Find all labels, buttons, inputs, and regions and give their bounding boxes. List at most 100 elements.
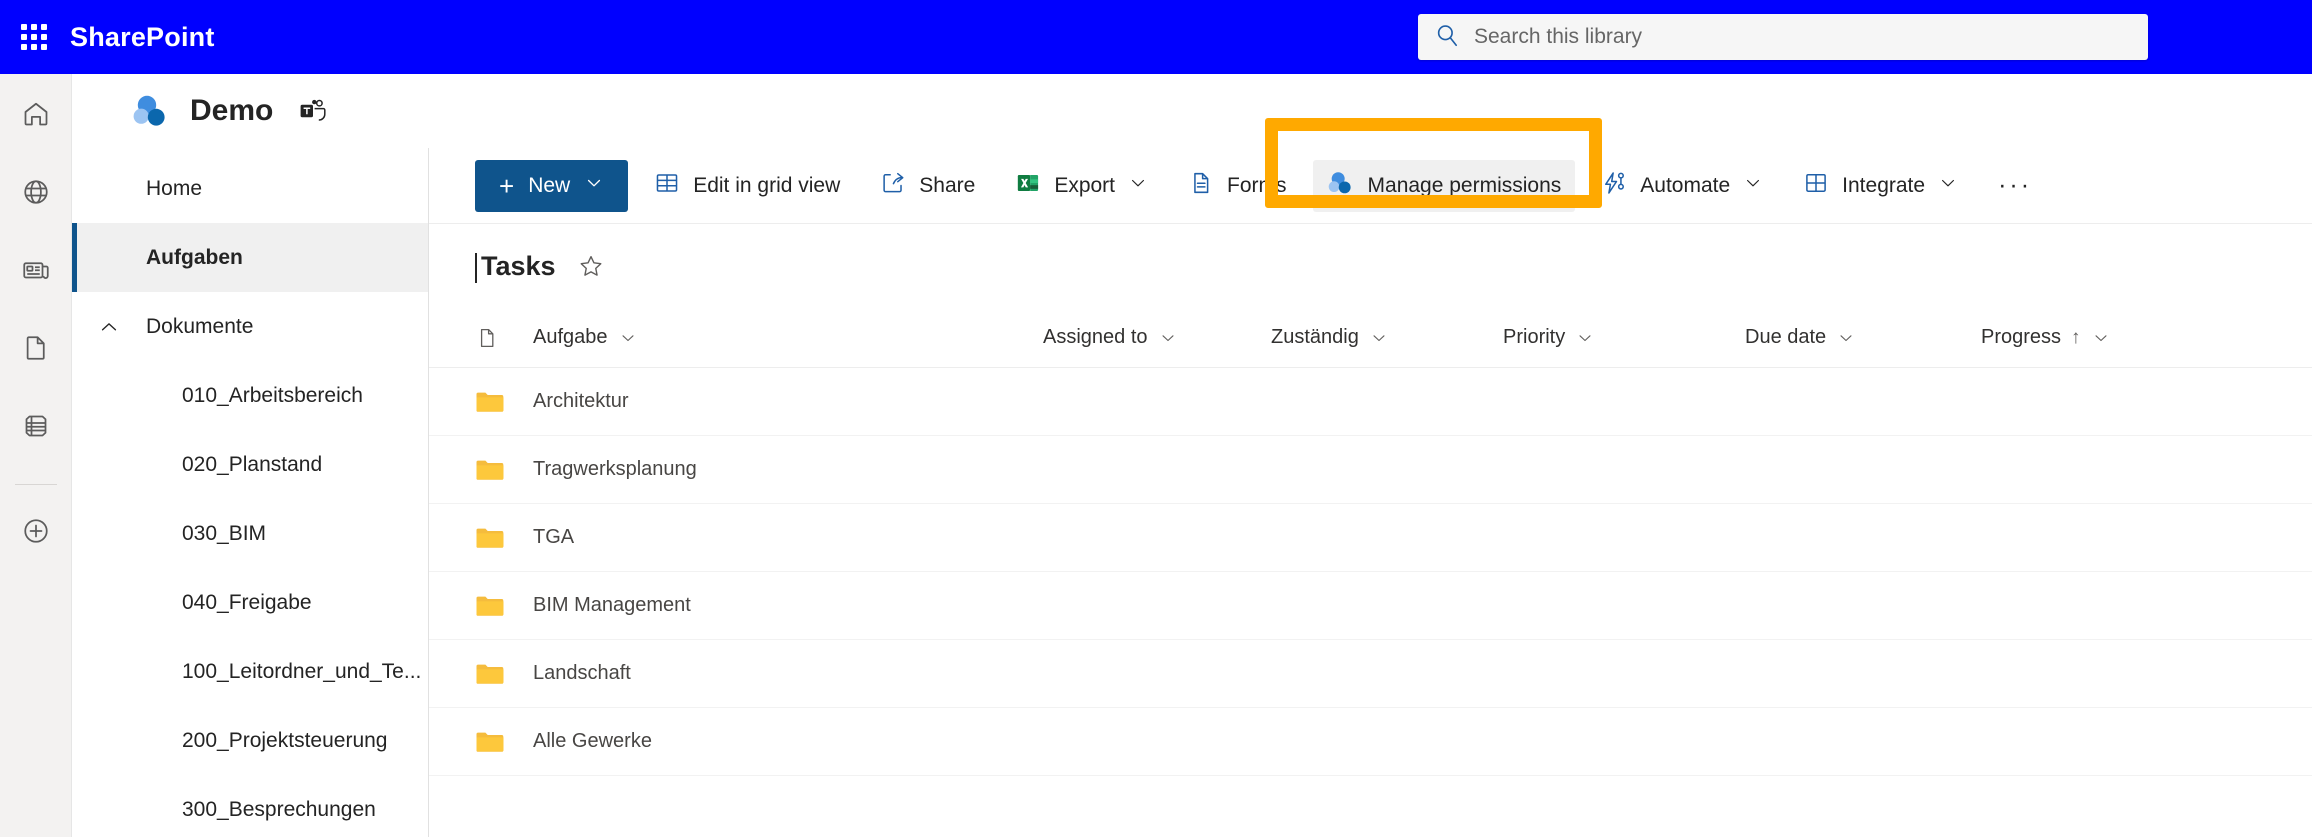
nav-child-100-leitordner[interactable]: 100_Leitordner_und_Te... bbox=[72, 637, 428, 706]
column-header-due-date[interactable]: Due date bbox=[1745, 326, 1981, 349]
forms-icon bbox=[1188, 170, 1214, 202]
manage-permissions-button[interactable]: Manage permissions bbox=[1312, 159, 1576, 212]
row-name[interactable]: Alle Gewerke bbox=[533, 730, 1043, 753]
star-icon[interactable] bbox=[578, 253, 604, 279]
plus-circle-icon bbox=[21, 516, 51, 551]
nav-child-300-besprechungen[interactable]: 300_Besprechungen bbox=[72, 775, 428, 837]
document-icon bbox=[21, 333, 51, 368]
search-input[interactable] bbox=[1474, 14, 2132, 60]
news-icon bbox=[21, 255, 51, 290]
integrate-button[interactable]: Integrate bbox=[1789, 160, 1972, 212]
chevron-down-icon bbox=[584, 173, 604, 199]
row-name[interactable]: TGA bbox=[533, 526, 1043, 549]
chevron-down-icon bbox=[1128, 173, 1148, 199]
row-name[interactable]: Architektur bbox=[533, 390, 1043, 413]
table-row[interactable]: Tragwerksplanung bbox=[429, 436, 2312, 504]
folder-icon bbox=[475, 593, 533, 619]
command-label: Manage permissions bbox=[1367, 173, 1562, 197]
column-label: Zuständig bbox=[1271, 326, 1359, 348]
nav-child-010-arbeitsbereich[interactable]: 010_Arbeitsbereich bbox=[72, 361, 428, 430]
grid-icon bbox=[654, 170, 680, 202]
rail-divider bbox=[14, 484, 57, 485]
nav-child-label: 300_Besprechungen bbox=[182, 797, 376, 821]
column-header-assigned-to[interactable]: Assigned to bbox=[1043, 326, 1271, 349]
command-bar: + New Edit in grid view Share Export For… bbox=[429, 148, 2312, 224]
table-row[interactable]: TGA bbox=[429, 504, 2312, 572]
automate-button[interactable]: Automate bbox=[1587, 160, 1777, 212]
command-label: Edit in grid view bbox=[693, 173, 841, 197]
new-button[interactable]: + New bbox=[475, 159, 629, 212]
export-button[interactable]: Export bbox=[1001, 160, 1162, 212]
share-button[interactable]: Share bbox=[866, 160, 989, 212]
rail-item-news[interactable] bbox=[10, 246, 62, 298]
nav-child-label: 040_Freigabe bbox=[182, 590, 312, 614]
command-label: Integrate bbox=[1842, 173, 1926, 197]
row-name[interactable]: Landschaft bbox=[533, 662, 1043, 685]
nav-child-200-projektsteuerung[interactable]: 200_Projektsteuerung bbox=[72, 706, 428, 775]
file-type-column-icon[interactable] bbox=[475, 326, 533, 350]
search-icon bbox=[1434, 22, 1460, 53]
chevron-up-icon bbox=[96, 314, 122, 340]
nav-item-aufgaben[interactable]: Aufgaben bbox=[72, 223, 428, 292]
excel-icon bbox=[1015, 170, 1041, 202]
rail-item-files[interactable] bbox=[10, 324, 62, 376]
nav-group-dokumente[interactable]: Dokumente bbox=[72, 292, 428, 361]
command-label: Automate bbox=[1640, 173, 1731, 197]
suite-brand-sharepoint[interactable]: SharePoint bbox=[70, 22, 215, 53]
nav-child-label: 200_Projektsteuerung bbox=[182, 728, 388, 752]
site-logo-icon bbox=[132, 94, 168, 128]
command-label: Share bbox=[919, 173, 976, 197]
nav-child-020-planstand[interactable]: 020_Planstand bbox=[72, 430, 428, 499]
column-header-zustaendig[interactable]: Zuständig bbox=[1271, 326, 1503, 349]
sharepoint-page: SharePoint Search this library Demo Home… bbox=[0, 0, 2312, 837]
teams-icon[interactable] bbox=[299, 98, 327, 124]
chevron-down-icon bbox=[1743, 173, 1763, 199]
table-row[interactable]: Alle Gewerke bbox=[429, 708, 2312, 776]
rail-item-home[interactable] bbox=[10, 90, 62, 142]
list-title[interactable]: Tasks bbox=[475, 251, 556, 283]
column-label: Assigned to bbox=[1043, 326, 1148, 348]
app-launcher-icon[interactable] bbox=[16, 19, 52, 55]
list-icon bbox=[21, 411, 51, 446]
site-title[interactable]: Demo bbox=[190, 94, 273, 128]
share-icon bbox=[880, 170, 906, 202]
nav-item-home[interactable]: Home bbox=[72, 154, 428, 223]
app-rail bbox=[0, 74, 72, 837]
nav-child-label: 010_Arbeitsbereich bbox=[182, 383, 363, 407]
table-row[interactable]: Landschaft bbox=[429, 640, 2312, 708]
rail-item-create[interactable] bbox=[10, 507, 62, 559]
nav-group-label: Dokumente bbox=[146, 314, 254, 338]
home-icon bbox=[21, 99, 51, 134]
forms-button[interactable]: Forms bbox=[1174, 160, 1301, 212]
automate-icon bbox=[1601, 170, 1627, 202]
nav-child-label: 100_Leitordner_und_Te... bbox=[182, 659, 422, 683]
nav-child-label: 030_BIM bbox=[182, 521, 267, 545]
column-label: Aufgabe bbox=[533, 326, 608, 348]
search-box[interactable] bbox=[1418, 14, 2148, 60]
column-label: Due date bbox=[1745, 326, 1827, 348]
nav-child-label: 020_Planstand bbox=[182, 452, 323, 476]
row-name[interactable]: Tragwerksplanung bbox=[533, 458, 1043, 481]
nav-child-040-freigabe[interactable]: 040_Freigabe bbox=[72, 568, 428, 637]
more-commands-button[interactable]: ··· bbox=[1984, 160, 2046, 212]
nav-child-030-bim[interactable]: 030_BIM bbox=[72, 499, 428, 568]
table-row[interactable]: BIM Management bbox=[429, 572, 2312, 640]
chevron-down-icon bbox=[1938, 173, 1958, 199]
column-header-progress[interactable]: Progress ↑ bbox=[1981, 326, 2181, 349]
column-header-priority[interactable]: Priority bbox=[1503, 326, 1745, 349]
folder-icon bbox=[475, 729, 533, 755]
plus-icon: + bbox=[499, 170, 515, 201]
row-name[interactable]: BIM Management bbox=[533, 594, 1043, 617]
folder-icon bbox=[475, 661, 533, 687]
list-header: Tasks bbox=[429, 224, 2312, 308]
list-view: Tasks Aufgabe Assigned to Zuständig Prio… bbox=[429, 224, 2312, 837]
nav-item-label: Aufgaben bbox=[146, 245, 243, 269]
sharepoint-logo-icon bbox=[1327, 171, 1355, 201]
rail-item-mysites[interactable] bbox=[10, 168, 62, 220]
column-headers: Aufgabe Assigned to Zuständig Priority D… bbox=[429, 308, 2312, 368]
table-row[interactable]: Architektur bbox=[429, 368, 2312, 436]
edit-in-grid-view-button[interactable]: Edit in grid view bbox=[640, 160, 854, 212]
column-header-aufgabe[interactable]: Aufgabe bbox=[533, 326, 1043, 349]
suite-bar: SharePoint bbox=[0, 0, 2312, 74]
rail-item-lists[interactable] bbox=[10, 402, 62, 454]
